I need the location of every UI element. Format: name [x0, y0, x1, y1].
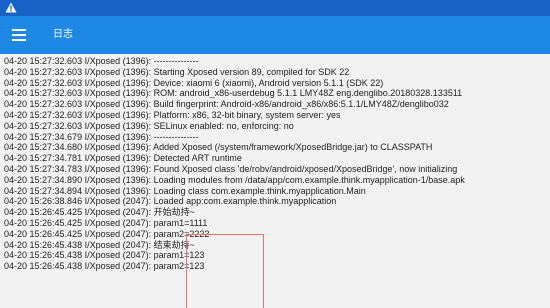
log-line: 04-20 15:27:32.603 I/Xposed (1396): ----…: [4, 56, 199, 66]
warning-icon: [5, 2, 17, 13]
hamburger-menu-icon[interactable]: [8, 24, 30, 46]
log-line: 04-20 15:27:34.894 I/Xposed (1396): Load…: [4, 185, 366, 196]
log-line: 04-20 15:27:34.679 I/Xposed (1396): ----…: [4, 131, 199, 142]
log-line: 04-20 15:27:32.603 I/Xposed (1396): SELi…: [4, 120, 294, 131]
log-line: 04-20 15:26:38.846 I/Xposed (2047): Load…: [4, 196, 337, 207]
log-line: 04-20 15:27:32.603 I/Xposed (1396): Buil…: [4, 99, 449, 110]
log-view[interactable]: 04-20 15:27:32.603 I/Xposed (1396): ----…: [0, 54, 550, 308]
log-line: 04-20 15:27:32.603 I/Xposed (1396): Star…: [4, 66, 350, 77]
log-list: 04-20 15:27:32.603 I/Xposed (1396): ----…: [4, 56, 550, 272]
log-line: 04-20 15:27:34.680 I/Xposed (1396): Adde…: [4, 142, 433, 153]
log-line: 04-20 15:27:32.603 I/Xposed (1396): ROM:…: [4, 88, 463, 99]
log-line: 04-20 15:27:32.603 I/Xposed (1396): Plat…: [4, 109, 341, 120]
log-line: 04-20 15:26:45.425 I/Xposed (2047): 开始劫持…: [4, 207, 195, 218]
page-title: 日志: [53, 29, 73, 40]
highlight-box: [186, 234, 264, 308]
log-line: 04-20 15:27:34.781 I/Xposed (1396): Dete…: [4, 153, 242, 164]
log-line: 04-20 15:26:45.438 I/Xposed (2047): para…: [4, 261, 205, 272]
log-line: 04-20 15:26:45.438 I/Xposed (2047): 结束劫持…: [4, 239, 195, 250]
log-line: 04-20 15:26:45.425 I/Xposed (2047): para…: [4, 217, 208, 228]
log-line: 04-20 15:27:34.890 I/Xposed (1396): Load…: [4, 174, 465, 185]
log-line: 04-20 15:27:32.603 I/Xposed (1396): Devi…: [4, 77, 384, 88]
log-line: 04-20 15:27:34.783 I/Xposed (1396): Foun…: [4, 163, 458, 174]
log-line: 04-20 15:26:45.438 I/Xposed (2047): para…: [4, 250, 205, 261]
app-bar: 日志: [0, 16, 550, 54]
log-line: 04-20 15:26:45.425 I/Xposed (2047): para…: [4, 228, 210, 239]
status-bar: [0, 0, 550, 16]
